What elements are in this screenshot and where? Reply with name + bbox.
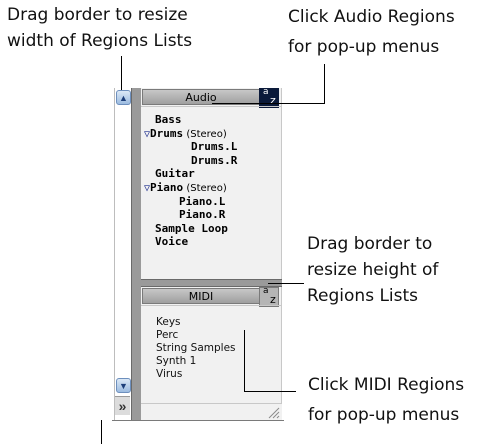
callout-line: Click Audio Regions	[288, 7, 455, 27]
list-item[interactable]: Virus	[156, 368, 182, 381]
list-item[interactable]: ▽Drums (Stereo)	[144, 127, 227, 141]
region-name: Drums.L	[191, 140, 238, 154]
callout-resize-height: Drag border to resize height of Regions …	[307, 231, 438, 309]
leader-line-audio-h	[212, 103, 325, 104]
region-name: Piano.R	[179, 208, 226, 222]
vertical-scrollbar[interactable]: ▲ ▼ »	[114, 88, 132, 420]
midi-sort-button[interactable]: a z	[259, 286, 279, 307]
callout-line: width of Regions Lists	[7, 31, 193, 51]
callout-line: for pop-up menus	[288, 37, 440, 57]
callout-line: resize height of	[307, 260, 439, 280]
leader-line-midi-h	[244, 391, 296, 392]
list-item[interactable]: Piano.L	[179, 195, 225, 208]
header-divider	[141, 106, 282, 107]
region-name: Drums	[150, 126, 184, 140]
list-item[interactable]: Voice	[155, 235, 188, 248]
show-hide-button[interactable]: »	[115, 396, 130, 415]
callout-line: for pop-up menus	[308, 405, 460, 425]
callout-line: Drag border to resize	[7, 5, 188, 25]
list-item[interactable]: String Samples	[156, 342, 236, 355]
list-item[interactable]: Perc	[156, 329, 178, 342]
callout-line: Regions Lists	[307, 286, 419, 306]
resize-grip-icon[interactable]	[266, 405, 280, 419]
region-name: Piano	[150, 181, 184, 194]
height-resize-border[interactable]	[141, 279, 282, 287]
list-item[interactable]: Keys	[156, 316, 181, 329]
leader-line-showhide	[101, 420, 102, 444]
callout-resize-width: Drag border to resize width of Regions L…	[7, 2, 192, 54]
region-name: Drums.R	[191, 153, 238, 167]
region-name: Voice	[155, 235, 189, 249]
list-item[interactable]: Synth 1	[156, 355, 196, 368]
resize-grip-graphic	[268, 407, 280, 419]
region-name: Sample Loop	[155, 221, 228, 235]
sort-az-icon-a: a	[263, 87, 269, 97]
header-divider	[141, 305, 282, 306]
double-chevron-right-icon: »	[118, 398, 127, 414]
region-name: Bass	[155, 113, 182, 126]
scroll-down-button[interactable]: ▼	[116, 378, 131, 393]
callout-midi-popup: Click MIDI Regions for pop-up menus	[308, 372, 464, 428]
region-suffix: (Stereo)	[183, 183, 227, 194]
list-item[interactable]: ▽Piano (Stereo)	[144, 181, 227, 195]
chevron-down-icon: ▼	[119, 380, 128, 391]
callout-line: Drag border to	[307, 234, 433, 254]
chevron-up-icon: ▲	[119, 92, 128, 103]
leader-line-width	[121, 56, 122, 90]
list-item[interactable]: Piano.R	[179, 208, 225, 221]
panel-bottom-edge	[112, 420, 284, 421]
scroll-up-button[interactable]: ▲	[116, 90, 131, 105]
list-item[interactable]: Sample Loop	[155, 222, 228, 235]
list-item[interactable]: Bass	[155, 113, 182, 126]
leader-line-height	[268, 283, 304, 284]
leader-line-audio-v	[324, 64, 325, 104]
leader-line-midi-v	[244, 330, 245, 392]
callout-line: Click MIDI Regions	[308, 375, 465, 395]
region-suffix: (Stereo)	[183, 128, 227, 140]
list-item[interactable]: Guitar	[155, 167, 195, 180]
audio-sort-button[interactable]: a z	[259, 87, 279, 108]
list-item[interactable]: Drums.R	[191, 154, 237, 167]
list-item[interactable]: Drums.L	[191, 140, 237, 153]
region-name: Piano.L	[179, 194, 226, 208]
region-name: Guitar	[155, 167, 195, 181]
midi-regions-header[interactable]: MIDI	[142, 288, 260, 304]
bottom-bar	[141, 403, 282, 421]
callout-audio-popup: Click Audio Regions for pop-up menus	[288, 4, 455, 60]
sort-az-icon-a: a	[263, 286, 269, 296]
